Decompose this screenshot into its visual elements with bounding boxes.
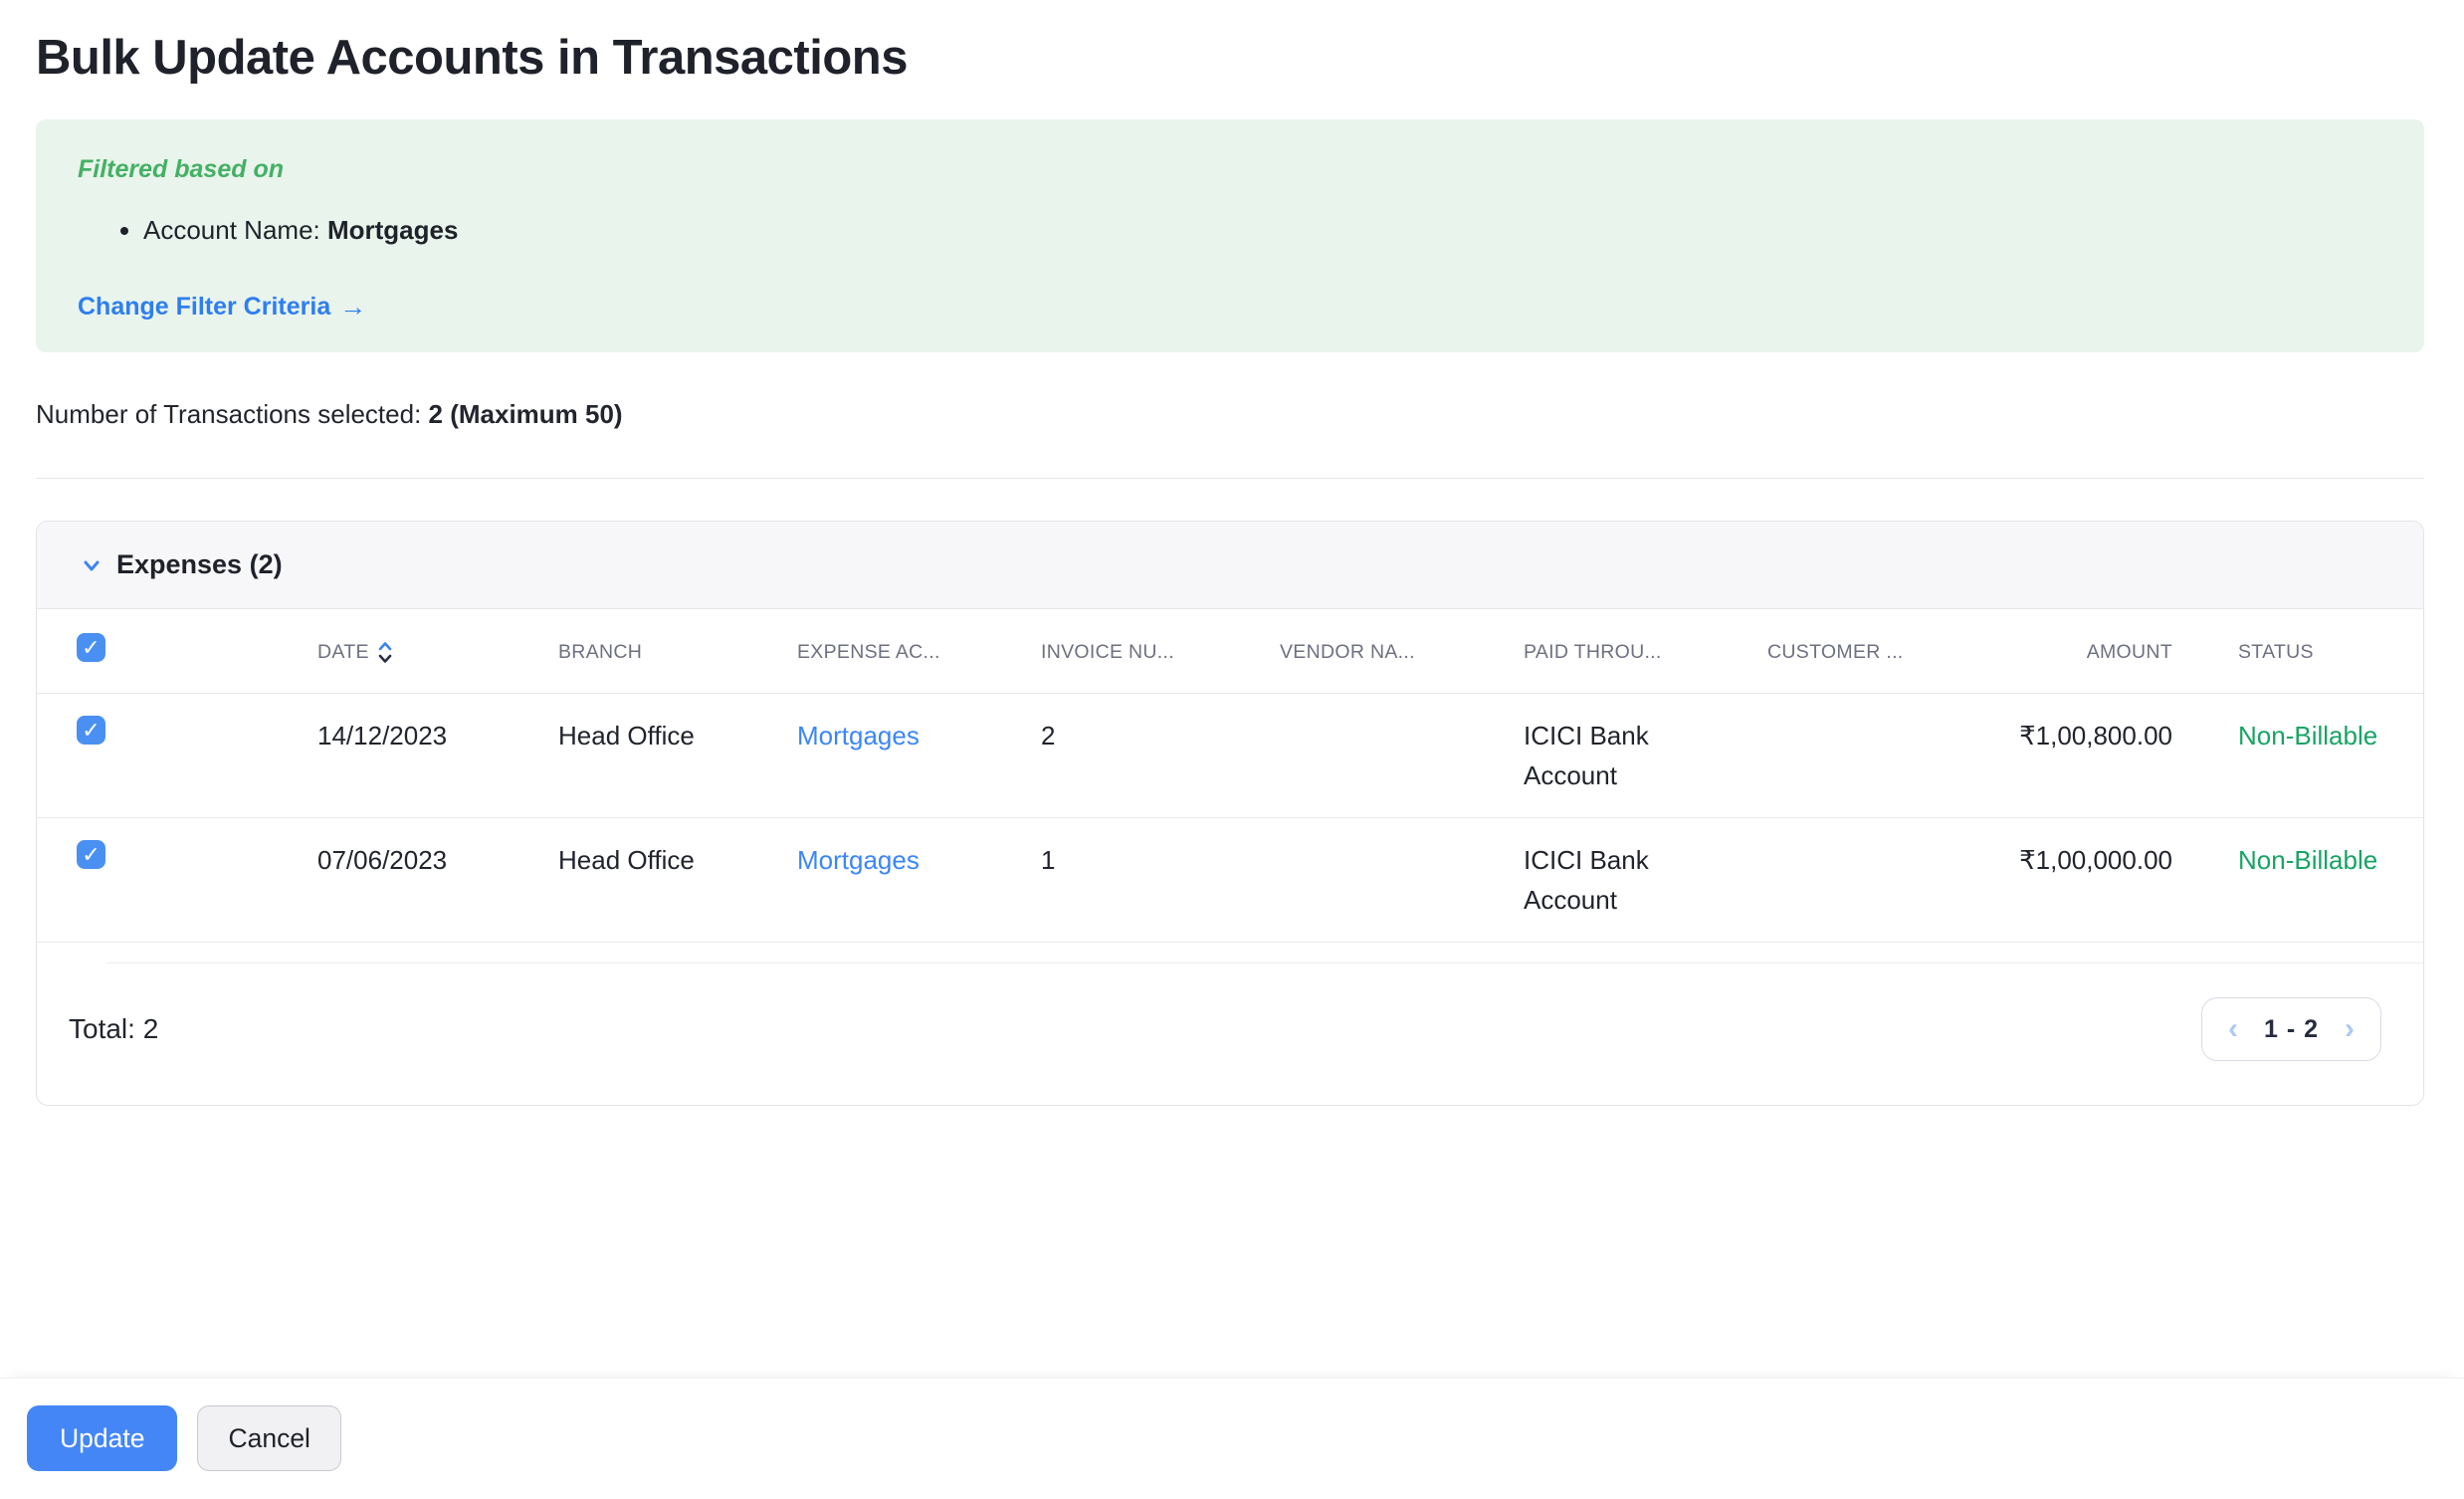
filter-summary-box: Filtered based on Account Name: Mortgage… — [36, 119, 2424, 352]
cell-status: Non-Billable — [2238, 845, 2378, 875]
cell-paid-through: ICICI Bank Account — [1524, 845, 1649, 915]
cell-status: Non-Billable — [2238, 721, 2378, 750]
change-link-row: Change Filter Criteria → — [78, 291, 2382, 322]
sort-icon — [378, 641, 392, 663]
cell-amount: ₹1,00,800.00 — [2019, 721, 2172, 750]
table-header-row: DATE BRANCH EXPENSE AC... INVOICE NU... … — [37, 609, 2423, 694]
expense-account-link[interactable]: Mortgages — [797, 721, 920, 750]
expense-account-link[interactable]: Mortgages — [797, 845, 920, 875]
filter-item-label: Account Name: — [143, 215, 327, 245]
expenses-section-header[interactable]: Expenses (2) — [37, 522, 2423, 609]
cell-customer-name — [1767, 818, 2012, 943]
cell-amount: ₹1,00,000.00 — [2019, 845, 2172, 875]
column-header-branch: BRANCH — [558, 640, 643, 663]
cell-vendor-name — [1280, 818, 1524, 943]
column-header-date-label: DATE — [317, 640, 369, 663]
column-header-expense-account: EXPENSE AC... — [797, 640, 940, 663]
cell-invoice-number: 1 — [1041, 845, 1056, 875]
collapse-chevron-icon[interactable] — [81, 554, 103, 576]
arrow-right-icon: → — [339, 292, 367, 321]
pagination-next-icon[interactable]: › — [2345, 1014, 2355, 1044]
expenses-card: Expenses (2) DATE BRANCH EXPENSE AC... — [36, 521, 2424, 1106]
filter-item-value: Mortgages — [326, 215, 459, 245]
row-checkbox[interactable] — [77, 840, 105, 869]
filter-criteria-item: Account Name: Mortgages — [143, 211, 2382, 249]
pagination-prev-icon[interactable]: ‹ — [2228, 1014, 2238, 1044]
table-row: 07/06/2023 Head Office Mortgages 1 ICICI… — [37, 818, 2423, 943]
action-bar: Update Cancel — [0, 1378, 2464, 1499]
selection-summary-label: Number of Transactions selected: — [36, 399, 429, 429]
cell-vendor-name — [1280, 694, 1524, 818]
cell-branch: Head Office — [558, 721, 695, 750]
filter-heading: Filtered based on — [78, 155, 284, 183]
cancel-button[interactable]: Cancel — [197, 1405, 341, 1471]
pagination: ‹ 1 - 2 › — [2200, 997, 2381, 1061]
selection-summary-value: 2 (Maximum 50) — [428, 399, 623, 429]
column-header-invoice-number: INVOICE NU... — [1041, 640, 1174, 663]
cell-customer-name — [1767, 694, 2012, 818]
column-header-customer: CUSTOMER ... — [1767, 640, 1904, 663]
update-button[interactable]: Update — [27, 1405, 178, 1471]
column-header-paid-through: PAID THROU... — [1524, 640, 1662, 663]
expenses-card-footer: Total: 2 ‹ 1 - 2 › — [37, 964, 2423, 1105]
cell-date: 14/12/2023 — [317, 721, 448, 750]
page-title: Bulk Update Accounts in Transactions — [36, 31, 908, 85]
selection-summary: Number of Transactions selected: 2 (Maxi… — [36, 396, 2424, 432]
expenses-section-title: Expenses (2) — [116, 549, 283, 579]
bulk-update-page: Bulk Update Accounts in Transactions Fil… — [36, 24, 2424, 1106]
select-all-checkbox[interactable] — [77, 633, 105, 662]
total-count: Total: 2 — [69, 1013, 159, 1044]
column-header-vendor-name: VENDOR NA... — [1280, 640, 1415, 663]
column-header-status: STATUS — [2238, 640, 2314, 663]
cell-paid-through: ICICI Bank Account — [1524, 721, 1649, 790]
cell-invoice-number: 2 — [1041, 721, 1056, 750]
column-header-amount: AMOUNT — [2086, 640, 2172, 663]
pagination-range: 1 - 2 — [2263, 1014, 2319, 1043]
row-checkbox[interactable] — [77, 716, 105, 745]
section-divider — [36, 478, 2424, 479]
column-header-date[interactable]: DATE — [317, 609, 558, 694]
filter-criteria-list: Account Name: Mortgages — [78, 211, 2382, 249]
change-filter-criteria-label: Change Filter Criteria — [78, 293, 331, 321]
expenses-table: DATE BRANCH EXPENSE AC... INVOICE NU... … — [37, 609, 2423, 943]
cell-branch: Head Office — [558, 845, 695, 875]
cell-date: 07/06/2023 — [317, 845, 448, 875]
change-filter-criteria-link[interactable]: Change Filter Criteria → — [78, 291, 366, 322]
table-row: 14/12/2023 Head Office Mortgages 2 ICICI… — [37, 694, 2423, 818]
